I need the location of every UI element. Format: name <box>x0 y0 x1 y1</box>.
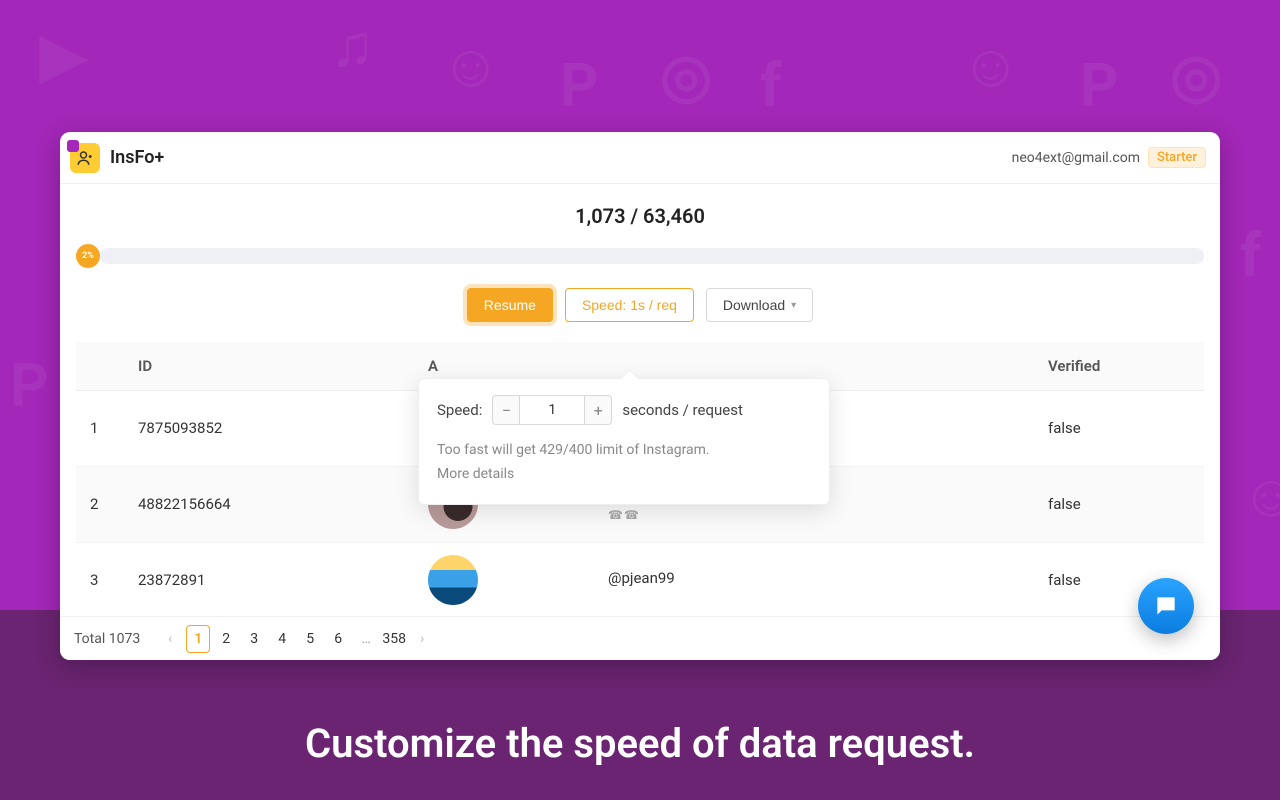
download-button[interactable]: Download ▾ <box>706 288 813 322</box>
table-row: 3 23872891 @pjean99 false <box>76 542 1204 618</box>
progress-counter: 1,073 / 63,460 <box>76 204 1204 228</box>
row-id: 7875093852 <box>124 390 414 466</box>
app-name: InsFo+ <box>110 147 164 168</box>
progress-bar <box>100 248 1204 264</box>
speed-value[interactable]: 1 <box>520 395 584 425</box>
action-bar: Resume Speed: 1s / req Download ▾ <box>76 288 1204 322</box>
brand: InsFo+ <box>70 143 164 173</box>
page-5[interactable]: 5 <box>298 625 322 653</box>
page-ellipsis: … <box>354 625 378 653</box>
row-username: @pjean99 <box>594 542 1034 618</box>
marketing-caption: Customize the speed of data request. <box>0 720 1280 767</box>
speed-hint-text: Too fast will get 429/400 limit of Insta… <box>437 442 710 458</box>
app-window: InsFo+ neo4ext@gmail.com Starter 1,073 /… <box>60 132 1220 660</box>
chevron-down-icon: ▾ <box>791 300 796 311</box>
row-index: 1 <box>76 390 124 466</box>
user-email: neo4ext@gmail.com <box>1012 150 1140 166</box>
speed-label: Speed: <box>437 401 482 419</box>
app-header: InsFo+ neo4ext@gmail.com Starter <box>60 132 1220 184</box>
speed-stepper-row: Speed: − 1 + seconds / request <box>437 395 811 425</box>
col-header-id: ID <box>124 342 414 390</box>
page-1[interactable]: 1 <box>186 625 210 653</box>
col-header-verified: Verified <box>1034 342 1204 390</box>
speed-button[interactable]: Speed: 1s / req <box>565 288 694 322</box>
chat-icon <box>1153 593 1179 619</box>
page-prev[interactable]: ‹ <box>158 625 182 653</box>
resume-button[interactable]: Resume <box>467 288 553 322</box>
row-id: 48822156664 <box>124 466 414 542</box>
more-details-link[interactable]: More details <box>437 463 811 485</box>
row-verified: false <box>1034 466 1204 542</box>
speed-decrement-button[interactable]: − <box>492 395 520 425</box>
download-label: Download <box>723 297 785 313</box>
speed-hint: Too fast will get 429/400 limit of Insta… <box>437 439 811 486</box>
row-index: 2 <box>76 466 124 542</box>
speed-stepper: − 1 + <box>492 395 612 425</box>
pagination: ‹ 1 2 3 4 5 6 … 358 › <box>158 625 434 653</box>
page-next[interactable]: › <box>410 625 434 653</box>
speed-unit-label: seconds / request <box>622 401 743 419</box>
row-id: 23872891 <box>124 542 414 618</box>
page-4[interactable]: 4 <box>270 625 294 653</box>
table-footer: Total 1073 ‹ 1 2 3 4 5 6 … 358 › <box>60 616 1220 660</box>
header-right: neo4ext@gmail.com Starter <box>1012 147 1206 168</box>
app-logo-icon <box>70 143 100 173</box>
speed-popover: Speed: − 1 + seconds / request Too fast … <box>418 378 830 505</box>
page-last[interactable]: 358 <box>382 625 406 653</box>
page-6[interactable]: 6 <box>326 625 350 653</box>
chat-fab[interactable] <box>1138 578 1194 634</box>
progress-percent-badge: 2% <box>76 244 100 268</box>
avatar <box>428 555 478 605</box>
page-2[interactable]: 2 <box>214 625 238 653</box>
plan-badge[interactable]: Starter <box>1148 147 1206 168</box>
row-verified: false <box>1034 390 1204 466</box>
row-index: 3 <box>76 542 124 618</box>
total-label: Total 1073 <box>74 631 140 647</box>
row-avatar <box>414 542 594 618</box>
speed-increment-button[interactable]: + <box>584 395 612 425</box>
progress-row: 2% <box>76 246 1204 266</box>
content-area: 1,073 / 63,460 2% Resume Speed: 1s / req… <box>60 184 1220 619</box>
page-3[interactable]: 3 <box>242 625 266 653</box>
col-header-index <box>76 342 124 390</box>
